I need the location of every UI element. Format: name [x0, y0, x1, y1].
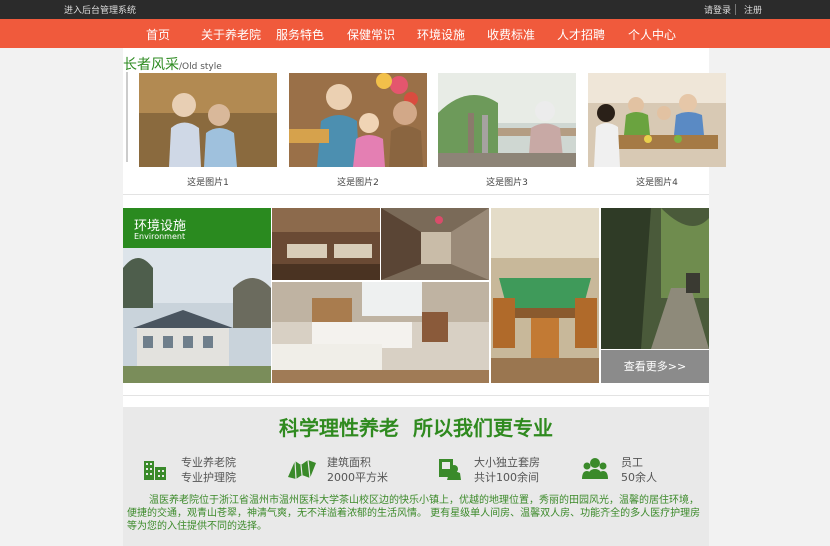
- section-divider: [123, 194, 709, 195]
- elder-photo-3[interactable]: [438, 73, 576, 167]
- env-photo-garden[interactable]: [601, 208, 709, 349]
- stat-line1: 大小独立套房: [474, 456, 540, 469]
- nav-item-recruitment[interactable]: 人才招聘: [557, 26, 605, 43]
- register-link[interactable]: 注册: [744, 3, 762, 16]
- stat-staff: 员工 50余人: [621, 455, 657, 485]
- carousel-scrollbar[interactable]: [126, 72, 128, 162]
- stat-floor-area: 建筑面积 2000平方米: [327, 455, 388, 485]
- nav-item-health-tips[interactable]: 保健常识: [347, 26, 395, 43]
- section-title-en: /Old style: [179, 62, 222, 72]
- login-link[interactable]: 请登录: [704, 3, 731, 16]
- environment-header: 环境设施 Environment: [123, 208, 271, 248]
- section-divider-2: [123, 395, 709, 396]
- stat-line2: 2000平方米: [327, 471, 388, 484]
- environment-title-en: Environment: [134, 232, 186, 241]
- stat-nursing-home: 专业养老院 专业护理院: [181, 455, 236, 485]
- stat-line1: 专业养老院: [181, 456, 236, 469]
- slogan: 科学理性养老 所以我们更专业: [279, 416, 553, 440]
- staff-icon: [582, 457, 608, 485]
- view-more-button[interactable]: 查看更多>>: [601, 350, 709, 383]
- photo-caption-1: 这是图片1: [187, 178, 229, 188]
- env-photo-mahjong-room[interactable]: [491, 208, 599, 383]
- photo-caption-4: 这是图片4: [636, 178, 678, 188]
- nav-item-user-center[interactable]: 个人中心: [628, 26, 676, 43]
- nav-item-home[interactable]: 首页: [146, 26, 170, 43]
- photo-caption-2: 这是图片2: [337, 178, 379, 188]
- elder-photo-4[interactable]: [588, 73, 726, 167]
- stat-line1: 建筑面积: [327, 456, 371, 469]
- main-nav: 首页 关于养老院 服务特色 保健常识 环境设施 收费标准 人才招聘 个人中心: [0, 19, 830, 48]
- env-photo-dining-room[interactable]: [272, 208, 380, 280]
- stat-line2: 50余人: [621, 471, 657, 484]
- section-title-cn: 长者风采: [123, 57, 179, 73]
- stat-suites: 大小独立套房 共计100余间: [474, 455, 540, 485]
- about-description: 温医养老院位于浙江省温州市温州医科大学茶山校区边的快乐小镇上，优越的地理位置，秀…: [127, 495, 701, 532]
- admin-link[interactable]: 进入后台管理系统: [64, 3, 136, 16]
- stat-line2: 共计100余间: [474, 471, 539, 484]
- nav-item-services[interactable]: 服务特色: [276, 26, 324, 43]
- building-icon: [143, 457, 167, 485]
- elder-photo-1[interactable]: [139, 73, 277, 167]
- map-icon: [287, 457, 317, 485]
- top-bar: 进入后台管理系统 请登录 注册: [0, 0, 830, 19]
- elder-photo-2[interactable]: [289, 73, 427, 167]
- env-photo-corridor[interactable]: [381, 208, 489, 280]
- nav-item-about[interactable]: 关于养老院: [201, 26, 261, 43]
- stat-line1: 员工: [621, 456, 643, 469]
- topbar-divider: [735, 4, 736, 15]
- room-icon: [436, 457, 462, 485]
- photo-caption-3: 这是图片3: [486, 178, 528, 188]
- section-title-old-style: 长者风采/Old style: [123, 54, 222, 74]
- stat-line2: 专业护理院: [181, 471, 236, 484]
- nav-item-fees[interactable]: 收费标准: [487, 26, 535, 43]
- env-photo-building[interactable]: [123, 248, 271, 383]
- nav-item-environment[interactable]: 环境设施: [417, 26, 465, 43]
- env-photo-bedroom[interactable]: [272, 282, 489, 383]
